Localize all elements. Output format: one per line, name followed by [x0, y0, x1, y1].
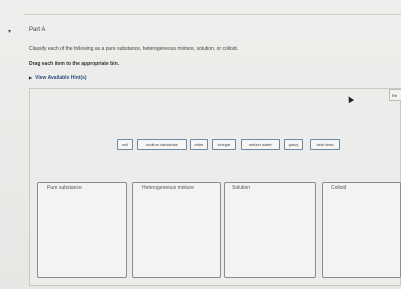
- bin-label: Heterogeneous mixture: [142, 185, 194, 191]
- section-divider: [24, 14, 401, 15]
- drag-instruction: Drag each item to the appropriate bin.: [29, 61, 120, 67]
- page: ▾ Part A Classify each of the following …: [0, 0, 401, 289]
- view-hints-link[interactable]: ▶ View Available Hint(s): [29, 75, 87, 81]
- bin-solution[interactable]: Solution: [224, 182, 316, 278]
- bin-pure-substance[interactable]: Pure substance: [37, 182, 127, 278]
- item-chip-gravy[interactable]: gravy: [284, 139, 303, 150]
- bin-label: Colloid: [331, 185, 347, 191]
- bin-label: Pure substance: [47, 185, 82, 191]
- collapse-caret-icon[interactable]: ▾: [8, 28, 11, 35]
- item-chip-vinegar[interactable]: vinegar: [212, 139, 236, 150]
- item-chip-ether[interactable]: ether: [190, 139, 208, 150]
- item-chip-sodium-carbonate[interactable]: sodium carbonate: [137, 139, 187, 150]
- bin-label: Solution: [232, 185, 251, 191]
- item-chip-soil[interactable]: soil: [117, 139, 133, 150]
- bin-heterogeneous-mixture[interactable]: Heterogeneous mixture: [132, 182, 221, 278]
- question-instructions: Classify each of the following as a pure…: [29, 46, 239, 52]
- view-hints-label: View Available Hint(s): [35, 75, 87, 81]
- expand-triangle-icon: ▶: [29, 75, 33, 80]
- bin-colloid[interactable]: Colloid: [322, 182, 401, 278]
- item-chip-beef-stew[interactable]: beef stew: [310, 139, 340, 150]
- reset-button[interactable]: Re: [389, 89, 401, 101]
- part-title: Part A: [29, 27, 46, 33]
- item-chip-seltzer-water[interactable]: seltzer water: [241, 139, 280, 150]
